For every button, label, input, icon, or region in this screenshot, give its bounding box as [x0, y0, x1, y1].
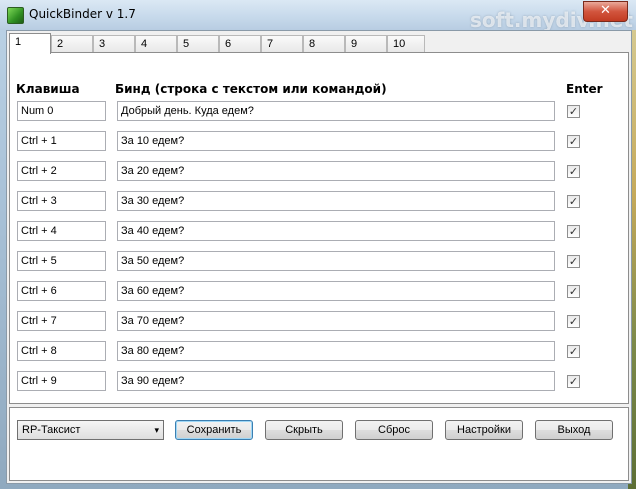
bind-field[interactable]: За 50 едем? — [117, 251, 555, 271]
enter-checkbox[interactable]: ✓ — [567, 105, 580, 118]
window-title: QuickBinder v 1.7 — [29, 7, 136, 21]
bind-field[interactable]: За 60 едем? — [117, 281, 555, 301]
close-button[interactable]: ✕ — [583, 1, 628, 22]
enter-checkbox[interactable]: ✓ — [567, 285, 580, 298]
enter-checkbox[interactable]: ✓ — [567, 315, 580, 328]
chevron-down-icon: ▾ — [154, 425, 159, 435]
bind-field[interactable]: За 70 едем? — [117, 311, 555, 331]
hide-button[interactable]: Скрыть — [265, 420, 343, 440]
tab-strip: 1 2 3 4 5 6 7 8 9 10 — [7, 33, 631, 54]
tab-6[interactable]: 6 — [219, 35, 261, 52]
key-field[interactable]: Ctrl + 7 — [17, 311, 106, 331]
bind-field[interactable]: За 10 едем? — [117, 131, 555, 151]
profile-select[interactable]: RP-Таксист ▾ — [17, 420, 164, 440]
tab-7[interactable]: 7 — [261, 35, 303, 52]
tab-4[interactable]: 4 — [135, 35, 177, 52]
tab-panel: Клавиша Бинд (строка с текстом или коман… — [9, 52, 629, 404]
key-field[interactable]: Num 0 — [17, 101, 106, 121]
title-bar[interactable]: QuickBinder v 1.7 soft.mydiv.net ✕ — [0, 0, 636, 32]
key-field[interactable]: Ctrl + 3 — [17, 191, 106, 211]
key-field[interactable]: Ctrl + 6 — [17, 281, 106, 301]
tab-1[interactable]: 1 — [9, 33, 51, 54]
header-key: Клавиша — [16, 82, 80, 96]
key-field[interactable]: Ctrl + 8 — [17, 341, 106, 361]
tab-3[interactable]: 3 — [93, 35, 135, 52]
bind-field[interactable]: Добрый день. Куда едем? — [117, 101, 555, 121]
exit-button[interactable]: Выход — [535, 420, 613, 440]
key-field[interactable]: Ctrl + 5 — [17, 251, 106, 271]
bind-field[interactable]: За 30 едем? — [117, 191, 555, 211]
settings-button[interactable]: Настройки — [445, 420, 523, 440]
reset-button[interactable]: Сброс — [355, 420, 433, 440]
save-button[interactable]: Сохранить — [175, 420, 253, 440]
tab-8[interactable]: 8 — [303, 35, 345, 52]
header-enter: Enter — [566, 82, 603, 96]
profile-select-value: RP-Таксист — [22, 424, 81, 436]
header-bind: Бинд (строка с текстом или командой) — [115, 82, 387, 96]
key-field[interactable]: Ctrl + 2 — [17, 161, 106, 181]
key-field[interactable]: Ctrl + 1 — [17, 131, 106, 151]
enter-checkbox[interactable]: ✓ — [567, 375, 580, 388]
bottom-panel — [9, 407, 629, 481]
bind-field[interactable]: За 80 едем? — [117, 341, 555, 361]
tab-10[interactable]: 10 — [387, 35, 425, 52]
app-icon — [7, 7, 24, 24]
key-field[interactable]: Ctrl + 9 — [17, 371, 106, 391]
enter-checkbox[interactable]: ✓ — [567, 165, 580, 178]
tab-9[interactable]: 9 — [345, 35, 387, 52]
enter-checkbox[interactable]: ✓ — [567, 345, 580, 358]
key-field[interactable]: Ctrl + 4 — [17, 221, 106, 241]
bind-field[interactable]: За 40 едем? — [117, 221, 555, 241]
enter-checkbox[interactable]: ✓ — [567, 225, 580, 238]
enter-checkbox[interactable]: ✓ — [567, 135, 580, 148]
enter-checkbox[interactable]: ✓ — [567, 255, 580, 268]
enter-checkbox[interactable]: ✓ — [567, 195, 580, 208]
tab-2[interactable]: 2 — [51, 35, 93, 52]
bind-field[interactable]: За 90 едем? — [117, 371, 555, 391]
tab-5[interactable]: 5 — [177, 35, 219, 52]
bind-field[interactable]: За 20 едем? — [117, 161, 555, 181]
main-window: 1 2 3 4 5 6 7 8 9 10 Клавиша Бинд (строк… — [6, 30, 632, 484]
